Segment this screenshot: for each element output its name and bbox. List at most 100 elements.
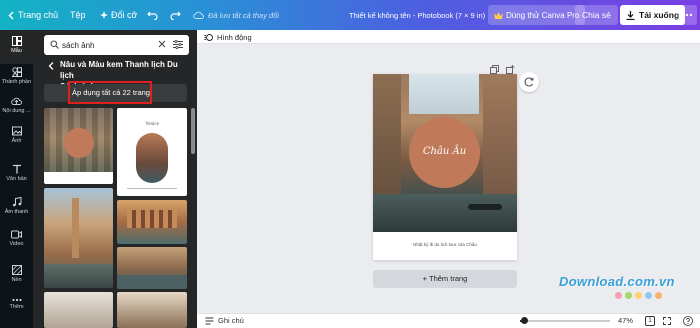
rail-label: Ảnh xyxy=(11,138,22,144)
download-label: Tải xuống xyxy=(639,10,680,20)
more-options-button[interactable] xyxy=(677,5,697,25)
more-icon xyxy=(11,298,22,302)
add-page-label: + Thêm trang xyxy=(422,274,468,283)
rail-item-video[interactable]: Video xyxy=(0,230,33,247)
download-icon xyxy=(626,10,635,20)
zoom-slider[interactable] xyxy=(520,317,610,324)
template-thumbnail-venice[interactable]: Venice xyxy=(117,108,187,196)
refresh-icon xyxy=(524,77,534,87)
design-page[interactable]: Châu Âu Nhật ký đi du lịch tour của Châu xyxy=(373,74,517,260)
ellipsis-icon xyxy=(681,13,693,17)
template-thumbnail-street[interactable] xyxy=(44,292,113,328)
rail-item-more[interactable]: Thêm xyxy=(0,298,33,310)
download-button[interactable]: Tải xuống xyxy=(620,5,686,25)
panel-scrollbar[interactable] xyxy=(191,108,195,154)
refresh-button[interactable] xyxy=(519,72,539,92)
bottom-bar: Ghi chú 47% 1 xyxy=(197,313,700,328)
template-thumbnail-canal-1[interactable] xyxy=(117,200,187,244)
rail-item-background[interactable]: Nền xyxy=(0,265,33,283)
canvas-toolbar: Hình động xyxy=(197,30,700,44)
elements-icon xyxy=(11,67,22,77)
watermark-text: Download.com.vn xyxy=(559,274,675,289)
animate-label: Hình động xyxy=(217,32,252,42)
sparkle-icon xyxy=(100,11,108,19)
add-page-icon[interactable] xyxy=(506,61,515,79)
background-icon xyxy=(11,265,22,275)
search-box[interactable] xyxy=(44,35,189,55)
upload-icon xyxy=(11,97,22,105)
photo-icon xyxy=(11,126,22,136)
home-link[interactable]: Trang chủ xyxy=(8,0,58,30)
help-icon[interactable] xyxy=(683,316,693,328)
rail-label: Thành phần xyxy=(1,79,32,85)
design-title-label: Thiết kế không tên - Photobook (7 × 9 in… xyxy=(349,10,486,20)
duplicate-page-icon[interactable] xyxy=(490,61,499,79)
editor-canvas: Châu Âu Nhật ký đi du lịch tour của Châu… xyxy=(197,30,700,313)
rail-label: Văn bản xyxy=(6,176,27,182)
share-button[interactable]: Chia sẻ xyxy=(575,5,618,25)
animate-button[interactable]: Hình động xyxy=(204,31,252,43)
rail-item-text[interactable]: Văn bản xyxy=(0,164,33,182)
watermark: Download.com.vn xyxy=(559,274,699,304)
filter-icon[interactable] xyxy=(173,40,183,49)
chevron-left-icon xyxy=(8,11,14,20)
rail-label: Thêm xyxy=(9,304,24,310)
notes-icon xyxy=(205,317,214,324)
page-count-button[interactable]: 1 xyxy=(645,316,655,326)
template-thumbnail-cover[interactable] xyxy=(44,108,113,184)
resize-label: Đổi cỡ xyxy=(111,10,138,20)
search-input[interactable] xyxy=(62,38,152,52)
share-label: Chia sẻ xyxy=(582,10,611,20)
thumbnail-title: Venice xyxy=(145,122,159,127)
undo-button[interactable] xyxy=(147,0,158,30)
page-caption[interactable]: Nhật ký đi du lịch tour của Châu xyxy=(373,242,517,247)
redo-icon xyxy=(170,11,181,20)
rail-item-elements[interactable]: Thành phần xyxy=(0,67,33,85)
search-icon xyxy=(50,40,59,49)
back-chevron-icon[interactable] xyxy=(48,62,54,70)
text-icon xyxy=(12,164,21,174)
resize-menu[interactable]: Đổi cỡ xyxy=(100,0,137,30)
saved-status: Đã lưu tất cả thay đổi xyxy=(193,0,279,30)
try-pro-button[interactable]: Dùng thử Canva Pro xyxy=(488,5,586,25)
rail-item-uploads[interactable]: Nội dung ... xyxy=(0,96,33,114)
rail-label: Âm thanh xyxy=(4,209,29,215)
side-rail: Mẫu Thành phần Nội dung ... Ảnh Văn bản … xyxy=(0,30,33,328)
top-bar: Trang chủ Tệp Đổi cỡ Đã lưu tất cả thay … xyxy=(0,0,700,30)
file-menu[interactable]: Tệp xyxy=(70,0,86,30)
cloud-check-icon xyxy=(193,11,204,19)
fullscreen-icon[interactable] xyxy=(663,317,671,327)
rail-item-templates[interactable]: Mẫu xyxy=(0,36,33,54)
page-title[interactable]: Châu Âu xyxy=(409,146,480,157)
notes-label: Ghi chú xyxy=(218,316,244,325)
zoom-level[interactable]: 47% xyxy=(618,316,633,325)
page-count: 1 xyxy=(648,317,652,324)
animation-icon xyxy=(204,33,213,41)
rail-label: Nội dung ... xyxy=(2,108,31,114)
crown-icon xyxy=(494,11,503,19)
clear-search-icon[interactable] xyxy=(158,40,166,48)
rail-label: Mẫu xyxy=(11,48,22,54)
design-title[interactable]: Thiết kế không tên - Photobook (7 × 9 in… xyxy=(349,0,485,30)
template-icon xyxy=(11,36,22,46)
redo-button[interactable] xyxy=(170,0,181,30)
add-page-button[interactable]: + Thêm trang xyxy=(373,270,517,288)
rail-label: Video xyxy=(9,241,24,247)
template-thumbnail-canal-2[interactable] xyxy=(117,247,187,289)
template-thumbnail-tower[interactable] xyxy=(44,188,113,288)
rail-item-audio[interactable]: Âm thanh xyxy=(0,197,33,215)
template-thumbnail-bridge[interactable] xyxy=(117,292,187,328)
template-title-line: Nâu và Màu kem Thanh lịch Du lịch xyxy=(60,60,178,80)
home-label: Trang chủ xyxy=(18,10,59,20)
music-icon xyxy=(12,197,21,207)
zoom-slider-thumb[interactable] xyxy=(521,317,528,324)
try-pro-label: Dùng thử Canva Pro xyxy=(506,10,580,20)
rail-item-photos[interactable]: Ảnh xyxy=(0,126,33,144)
rail-label: Nền xyxy=(11,277,22,283)
file-label: Tệp xyxy=(70,10,86,20)
apply-all-pages-label: Áp dụng tất cả 22 trang xyxy=(72,88,150,97)
video-icon xyxy=(11,230,22,239)
notes-button[interactable]: Ghi chú xyxy=(205,316,244,325)
saved-status-label: Đã lưu tất cả thay đổi xyxy=(208,10,280,20)
undo-icon xyxy=(147,11,158,20)
